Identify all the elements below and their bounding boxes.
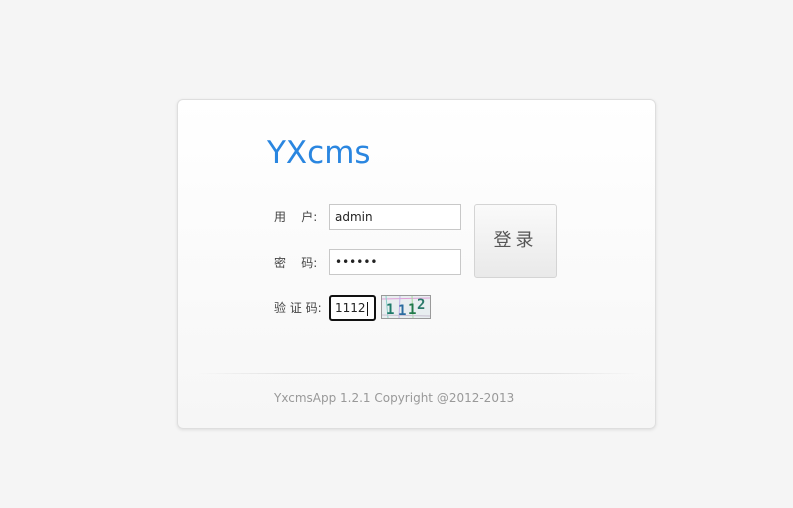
username-input[interactable]: admin: [329, 204, 461, 230]
username-label: 用 户:: [274, 210, 318, 224]
captcha-input[interactable]: 1112: [329, 295, 376, 321]
username-value: admin: [335, 210, 373, 224]
captcha-value: 1112: [335, 301, 366, 315]
svg-text:1: 1: [408, 302, 416, 318]
text-caret: [366, 301, 368, 316]
login-button[interactable]: 登录: [474, 204, 557, 278]
svg-text:2: 2: [417, 297, 425, 313]
footer-divider: [198, 373, 638, 374]
app-logo: YXcms: [267, 135, 371, 171]
svg-text:1: 1: [398, 303, 406, 318]
captcha-image[interactable]: 1 1 1 2: [381, 295, 431, 319]
svg-text:1: 1: [386, 302, 394, 318]
captcha-label: 验 证 码:: [274, 301, 322, 315]
password-input[interactable]: ••••••: [329, 249, 461, 275]
login-panel: YXcms 用 户: admin 密 码: •••••• 验 证 码: 1112…: [177, 99, 656, 429]
password-label: 密 码:: [274, 256, 318, 270]
copyright-text: YxcmsApp 1.2.1 Copyright @2012-2013: [274, 391, 515, 405]
password-value: ••••••: [335, 255, 378, 269]
